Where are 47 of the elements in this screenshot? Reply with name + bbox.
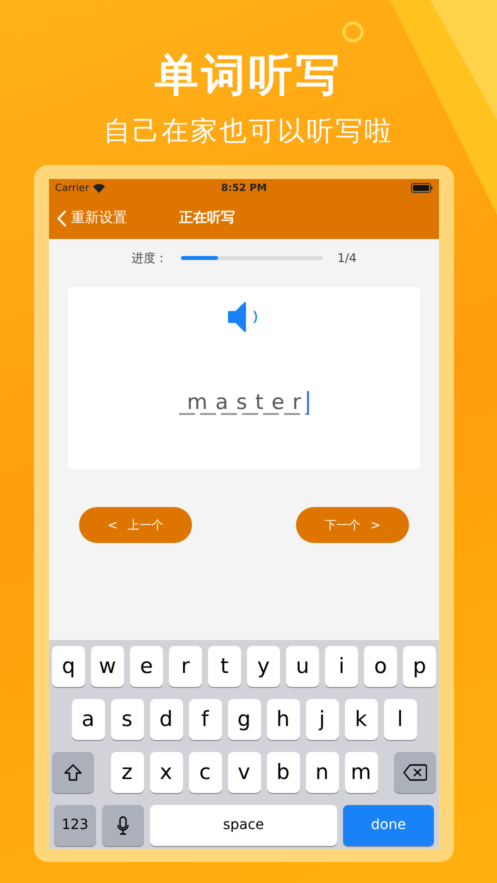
key[interactable]: z [110, 752, 144, 793]
key[interactable]: d [150, 699, 182, 740]
key[interactable]: t [208, 646, 241, 687]
key[interactable]: q [52, 646, 85, 687]
key[interactable]: m [344, 752, 378, 793]
key[interactable]: y [247, 646, 280, 687]
ring-drawing [342, 22, 364, 42]
key[interactable]: s [110, 699, 144, 740]
carrier-label: Carrier [55, 182, 90, 196]
space-key[interactable]: space [150, 805, 337, 846]
wifi-icon [93, 184, 106, 192]
key[interactable]: v [228, 752, 260, 793]
numbers-key[interactable]: 123 [54, 805, 96, 846]
done-key[interactable]: done [343, 805, 434, 846]
screen-title: 正在听写 [179, 208, 235, 228]
key[interactable]: c [188, 752, 222, 793]
status-time: 8:52 PM [220, 182, 268, 196]
key[interactable]: o [364, 646, 397, 687]
key[interactable]: i [325, 646, 358, 687]
microphone-icon [117, 816, 129, 836]
key[interactable]: g [228, 699, 260, 740]
subtitle: 自己在家也可以听写啦 [104, 118, 394, 145]
key[interactable]: x [150, 752, 182, 793]
key[interactable]: a [72, 699, 104, 740]
battery-icon [411, 183, 433, 193]
answer-field[interactable]: master [178, 391, 310, 416]
key[interactable]: r [169, 646, 202, 687]
key[interactable]: u [286, 646, 319, 687]
key[interactable]: h [266, 699, 300, 740]
headline: 单词听写 [154, 54, 342, 98]
progress-reading: 1/4 [337, 250, 357, 267]
key[interactable]: w [91, 646, 124, 687]
key[interactable]: l [384, 699, 416, 740]
shift-key[interactable] [52, 752, 94, 793]
backspace-icon [403, 764, 427, 781]
key[interactable]: e [130, 646, 163, 687]
progress-label: 进度： [131, 250, 168, 267]
key[interactable]: j [306, 699, 338, 740]
delete-key[interactable] [394, 752, 436, 793]
mic-key[interactable] [102, 805, 144, 846]
key[interactable]: p [403, 646, 436, 687]
key[interactable]: k [344, 699, 378, 740]
key[interactable]: n [306, 752, 338, 793]
back-chevron-icon [57, 210, 67, 226]
key[interactable]: f [188, 699, 222, 740]
key[interactable]: b [266, 752, 300, 793]
shift-icon [64, 764, 82, 781]
